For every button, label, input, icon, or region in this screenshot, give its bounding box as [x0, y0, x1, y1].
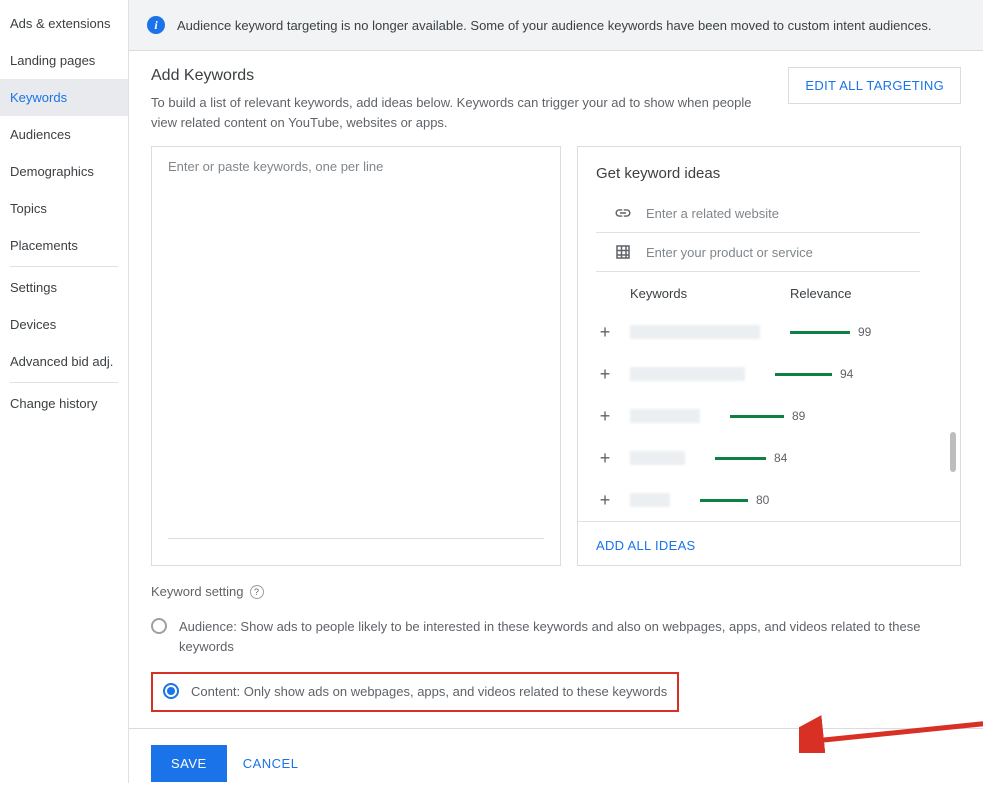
relevance-bar [700, 499, 748, 502]
sidebar-item-topics[interactable]: Topics [0, 190, 128, 227]
sidebar-item-change-history[interactable]: Change history [0, 385, 128, 422]
relevance-bar [715, 457, 766, 460]
add-keyword-icon[interactable]: + [596, 323, 614, 341]
idea-row: + 89 [578, 395, 960, 437]
sidebar-item-landing-pages[interactable]: Landing pages [0, 42, 128, 79]
info-banner-text: Audience keyword targeting is no longer … [177, 18, 931, 33]
relevance-value: 84 [774, 451, 787, 465]
add-keyword-icon[interactable]: + [596, 449, 614, 467]
info-banner: i Audience keyword targeting is no longe… [129, 0, 983, 51]
keyword-ideas-panel: Get keyword ideas Keywords Relevance + [577, 146, 961, 566]
relevance-value: 99 [858, 325, 871, 339]
divider [10, 382, 118, 383]
help-icon[interactable]: ? [250, 585, 264, 599]
add-keyword-icon[interactable]: + [596, 365, 614, 383]
link-icon [614, 204, 632, 222]
add-all-ideas-button[interactable]: ADD ALL IDEAS [578, 521, 960, 569]
page-description: To build a list of relevant keywords, ad… [151, 93, 771, 132]
add-keyword-icon[interactable]: + [596, 407, 614, 425]
grid-icon [614, 243, 632, 261]
radio-icon[interactable] [151, 618, 167, 634]
website-input-row [596, 194, 920, 233]
idea-row: + 84 [578, 437, 960, 479]
sidebar-item-placements[interactable]: Placements [0, 227, 128, 264]
keywords-input-panel [151, 146, 561, 566]
page-title: Add Keywords [151, 67, 771, 85]
sidebar-item-ads-extensions[interactable]: Ads & extensions [0, 5, 128, 42]
cancel-button[interactable]: CANCEL [243, 756, 299, 771]
divider [10, 266, 118, 267]
keyword-setting-section: Keyword setting ? Audience: Show ads to … [151, 584, 961, 712]
relevance-value: 89 [792, 409, 805, 423]
relevance-bar [730, 415, 784, 418]
radio-audience[interactable]: Audience: Show ads to people likely to b… [151, 611, 951, 662]
edit-all-targeting-button[interactable]: EDIT ALL TARGETING [788, 67, 961, 104]
keyword-redacted [630, 367, 745, 381]
keyword-redacted [630, 493, 670, 507]
keyword-setting-label: Keyword setting ? [151, 584, 961, 599]
save-button[interactable]: SAVE [151, 745, 227, 782]
sidebar-item-keywords[interactable]: Keywords [0, 79, 128, 116]
radio-icon[interactable] [163, 683, 179, 699]
website-input[interactable] [646, 206, 902, 221]
sidebar-item-devices[interactable]: Devices [0, 306, 128, 343]
relevance-bar [790, 331, 850, 334]
sidebar-item-audiences[interactable]: Audiences [0, 116, 128, 153]
keyword-redacted [630, 325, 760, 339]
radio-content[interactable]: Content: Only show ads on webpages, apps… [163, 682, 667, 702]
keywords-textarea[interactable] [168, 159, 544, 539]
sidebar-item-advanced-bid[interactable]: Advanced bid adj. [0, 343, 128, 380]
product-input[interactable] [646, 245, 902, 260]
scrollbar[interactable] [950, 432, 956, 472]
ideas-title: Get keyword ideas [578, 165, 960, 194]
idea-row: + 99 [578, 311, 960, 353]
main-content: i Audience keyword targeting is no longe… [129, 0, 983, 783]
sidebar-item-demographics[interactable]: Demographics [0, 153, 128, 190]
radio-content-label: Content: Only show ads on webpages, apps… [191, 682, 667, 702]
sidebar: Ads & extensions Landing pages Keywords … [0, 0, 129, 783]
info-icon: i [147, 16, 165, 34]
relevance-value: 80 [756, 493, 769, 507]
keyword-redacted [630, 451, 685, 465]
relevance-value: 94 [840, 367, 853, 381]
keyword-redacted [630, 409, 700, 423]
annotation-highlight: Content: Only show ads on webpages, apps… [151, 672, 679, 712]
product-input-row [596, 233, 920, 272]
add-keyword-icon[interactable]: + [596, 491, 614, 509]
idea-row: + 94 [578, 353, 960, 395]
column-keywords: Keywords [630, 286, 790, 301]
ideas-table-header: Keywords Relevance [578, 272, 960, 311]
sidebar-item-settings[interactable]: Settings [0, 269, 128, 306]
radio-audience-label: Audience: Show ads to people likely to b… [179, 617, 951, 656]
relevance-bar [775, 373, 832, 376]
footer: SAVE CANCEL [129, 728, 983, 798]
column-relevance: Relevance [790, 286, 851, 301]
idea-row: + 80 [578, 479, 960, 521]
